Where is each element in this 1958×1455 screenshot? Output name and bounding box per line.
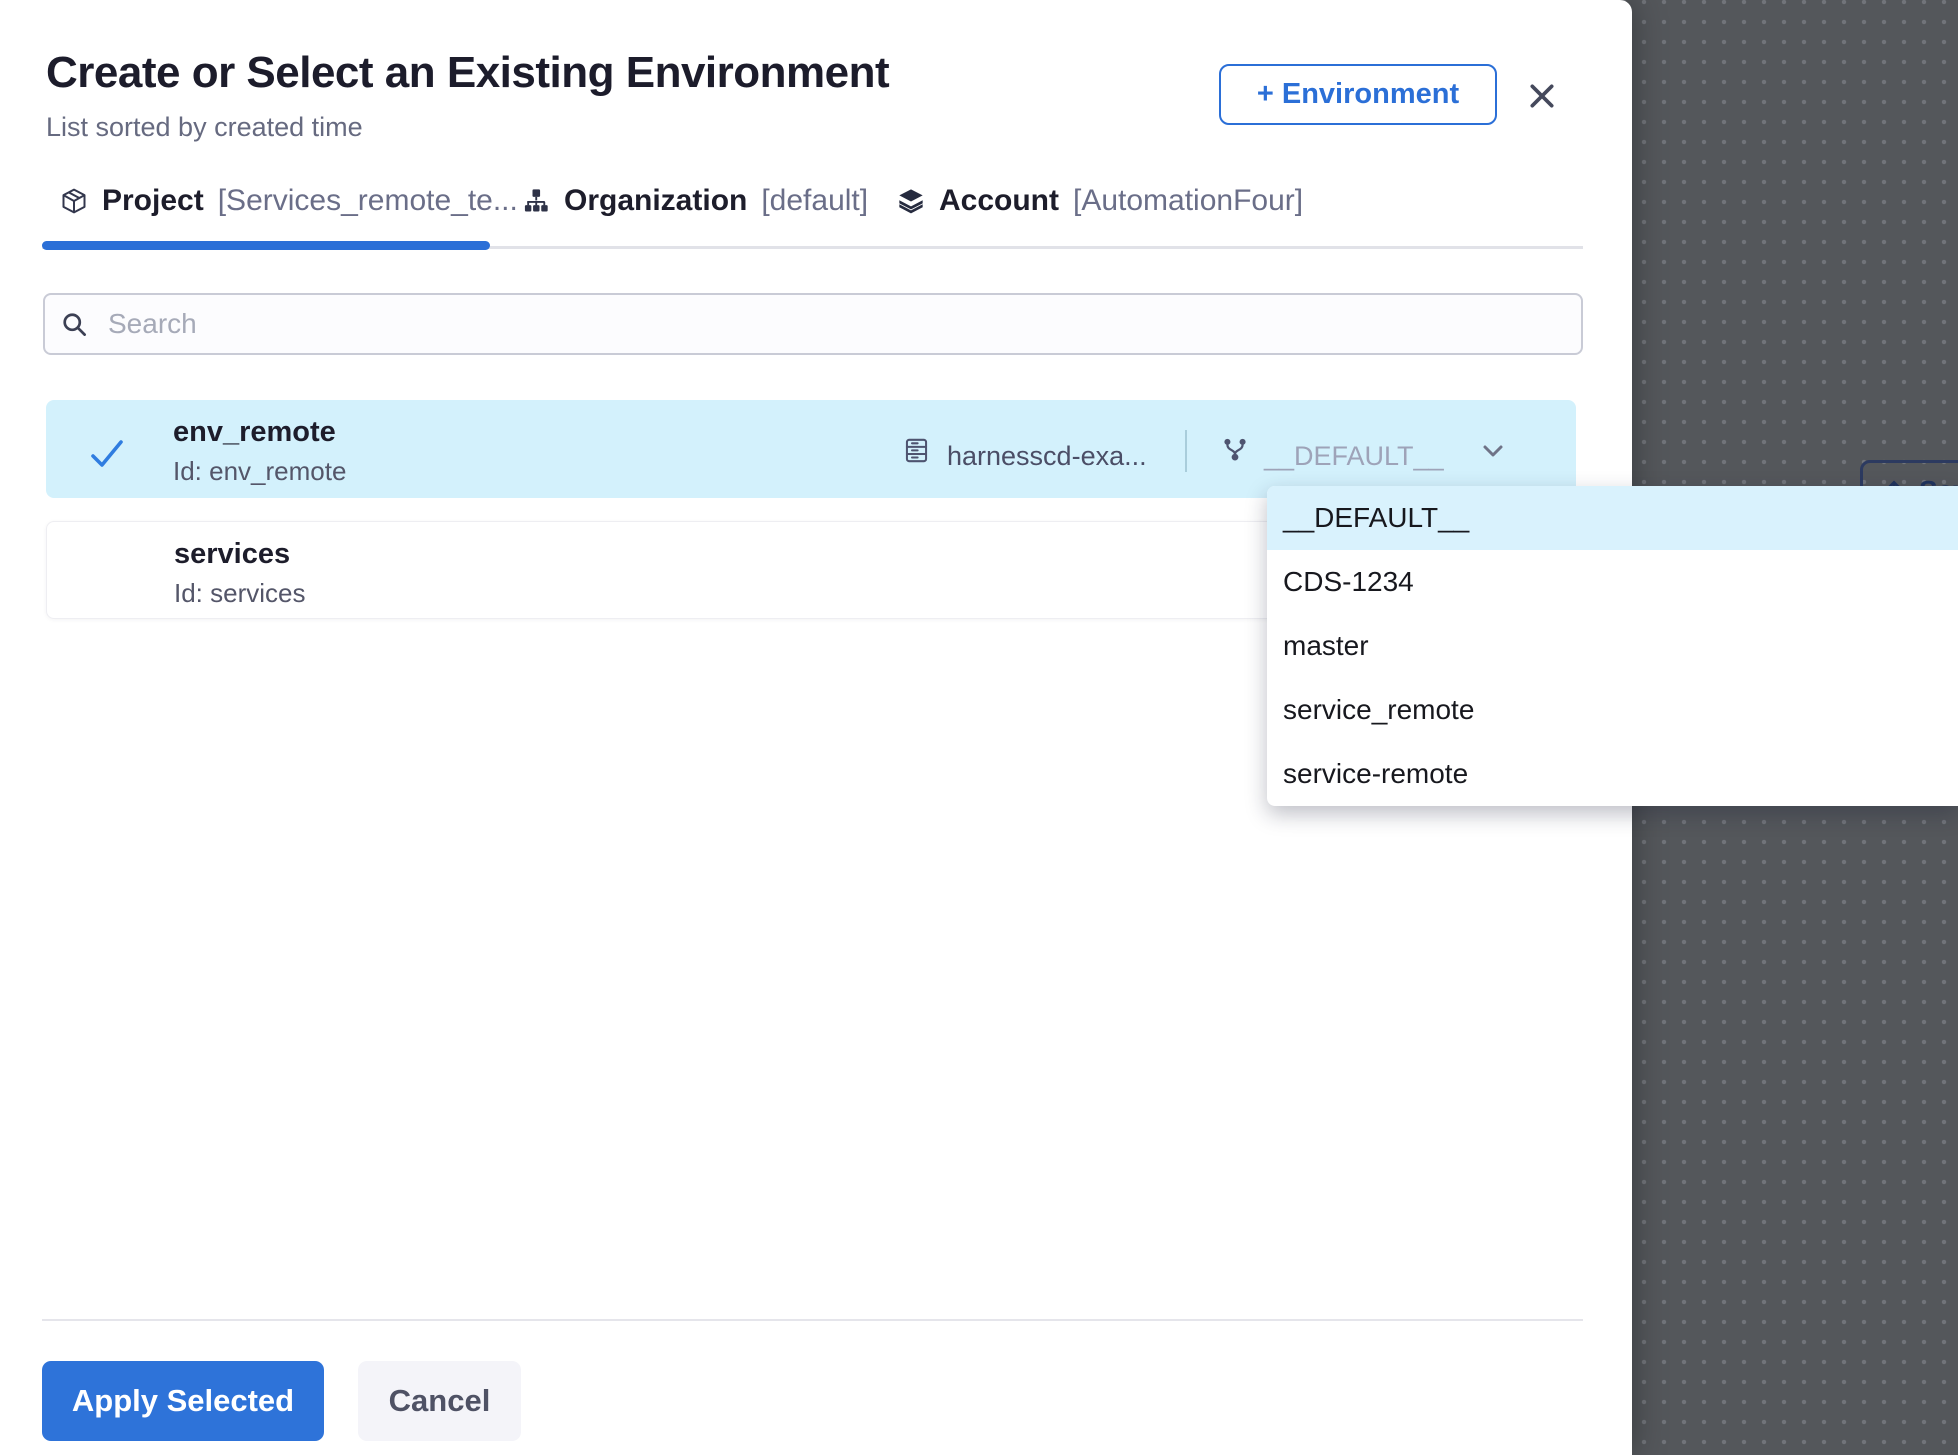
layers-icon <box>897 187 925 215</box>
branch-option-default[interactable]: __DEFAULT__ <box>1267 486 1958 550</box>
cube-icon <box>60 187 88 215</box>
chevron-down-icon[interactable] <box>1482 444 1504 458</box>
new-environment-button[interactable]: + Environment <box>1219 64 1497 125</box>
modal-title: Create or Select an Existing Environment <box>46 48 889 98</box>
branch-dropdown-menu: __DEFAULT__ CDS-1234 master service_remo… <box>1267 486 1958 806</box>
repository-name: harnesscd-exa... <box>947 441 1147 472</box>
git-branch-icon <box>1222 436 1248 463</box>
close-button[interactable] <box>1520 74 1564 118</box>
tab-project-label: Project <box>102 184 204 218</box>
environment-row-env-remote[interactable]: env_remote Id: env_remote harnesscd-exa.… <box>46 400 1576 498</box>
vertical-divider <box>1185 430 1187 472</box>
footer-divider <box>42 1319 1583 1321</box>
tab-account[interactable]: Account [AutomationFour] <box>897 184 1303 218</box>
repository-icon <box>903 437 930 464</box>
tab-organization-scope: [default] <box>761 184 868 218</box>
environment-id: Id: env_remote <box>173 456 346 487</box>
check-icon <box>88 438 126 470</box>
branch-select-value[interactable]: __DEFAULT__ <box>1264 441 1444 472</box>
active-tab-indicator <box>42 241 490 250</box>
branch-option-service-underscore-remote[interactable]: service_remote <box>1267 678 1958 742</box>
branch-option-master[interactable]: master <box>1267 614 1958 678</box>
tab-account-scope: [AutomationFour] <box>1073 184 1303 218</box>
cancel-button[interactable]: Cancel <box>358 1361 521 1441</box>
search-input[interactable] <box>108 308 1565 340</box>
tab-project-scope: [Services_remote_te... <box>218 184 518 218</box>
tab-project[interactable]: Project [Services_remote_te... <box>60 184 518 218</box>
tab-organization[interactable]: Organization [default] <box>522 184 868 218</box>
tab-organization-label: Organization <box>564 184 747 218</box>
branch-option-cds-1234[interactable]: CDS-1234 <box>1267 550 1958 614</box>
apply-selected-button[interactable]: Apply Selected <box>42 1361 324 1441</box>
pipeline-canvas-background: Sav Create or Select an Existing Environ… <box>0 0 1958 1455</box>
org-chart-icon <box>522 187 550 215</box>
search-icon <box>61 311 88 338</box>
environment-name: services <box>174 538 290 571</box>
branch-option-service-dash-remote[interactable]: service-remote <box>1267 742 1958 806</box>
close-icon <box>1528 82 1556 110</box>
modal-subtitle: List sorted by created time <box>46 112 363 143</box>
environment-name: env_remote <box>173 416 336 449</box>
tab-account-label: Account <box>939 184 1059 218</box>
search-box <box>43 293 1583 355</box>
environment-id: Id: services <box>174 578 306 609</box>
